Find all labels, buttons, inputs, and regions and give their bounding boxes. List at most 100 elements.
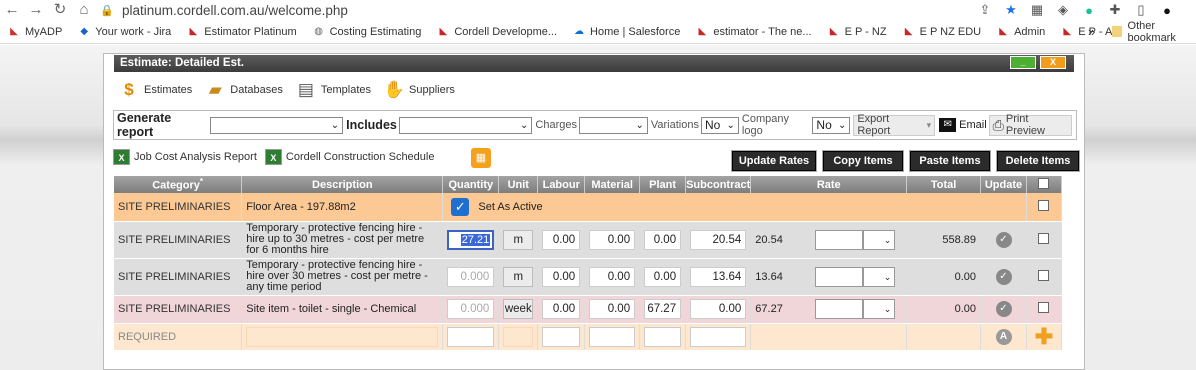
subcontract-input[interactable]: 13.64 xyxy=(690,266,747,287)
rate-input[interactable] xyxy=(815,266,864,287)
col-quantity[interactable]: Quantity xyxy=(442,176,500,193)
company-logo-select[interactable]: No ⌄ xyxy=(812,116,851,134)
table-row[interactable]: SITE PRELIMINARIES Site item - toilet - … xyxy=(114,295,1063,324)
col-labour[interactable]: Labour xyxy=(537,176,586,193)
delete-items-button[interactable]: Delete Items xyxy=(997,151,1079,171)
grammarly-icon[interactable]: ● xyxy=(1076,3,1102,18)
charges-select[interactable]: ⌄ xyxy=(579,116,648,134)
plant-input[interactable]: 67.27 xyxy=(644,299,682,319)
toolbar-databases[interactable]: ▰ Databases xyxy=(204,78,283,102)
copy-items-button[interactable]: Copy Items xyxy=(823,151,903,171)
toolbar-estimates[interactable]: $ Estimates xyxy=(118,78,192,102)
col-rate[interactable]: Rate xyxy=(750,176,908,193)
forward-icon[interactable]: → xyxy=(24,0,48,20)
rate-input[interactable] xyxy=(815,229,864,250)
material-input[interactable]: 0.00 xyxy=(589,229,636,250)
col-material[interactable]: Material xyxy=(584,176,641,193)
extension-icon[interactable]: ✚ xyxy=(1102,2,1128,18)
col-total[interactable]: Total xyxy=(906,176,982,193)
bookmark-item[interactable]: ◣ Cordell Developme... xyxy=(437,26,557,38)
construction-schedule-link[interactable]: X Cordell Construction Schedule xyxy=(264,149,434,165)
material-input[interactable]: 0.00 xyxy=(589,266,636,287)
checkmark-icon[interactable]: ✓ xyxy=(995,231,1012,248)
qr-icon[interactable]: ▦ xyxy=(1024,2,1050,18)
set-active-checkbox[interactable]: ✓ xyxy=(451,197,470,216)
col-unit[interactable]: Unit xyxy=(498,176,539,193)
quantity-input[interactable]: 27.21 xyxy=(447,229,495,250)
rate-input[interactable] xyxy=(815,299,864,319)
share-icon[interactable]: ⇪ xyxy=(972,2,998,18)
checkmark-icon[interactable]: ✓ xyxy=(995,301,1012,317)
plant-input[interactable] xyxy=(644,326,682,347)
checkmark-icon[interactable]: ✓ xyxy=(995,268,1012,285)
toolbar-suppliers[interactable]: ✋ Suppliers xyxy=(383,78,454,102)
back-icon[interactable]: ← xyxy=(0,0,24,20)
table-row[interactable]: SITE PRELIMINARIES Temporary - protectiv… xyxy=(114,258,1063,296)
generate-report-select[interactable]: ⌄ xyxy=(209,116,344,134)
sidebar-icon[interactable]: ▯ xyxy=(1128,2,1154,18)
avatar[interactable]: ● xyxy=(1154,3,1180,18)
email-button[interactable]: ✉ Email xyxy=(939,118,987,132)
calculator-icon[interactable]: ▦ xyxy=(471,148,491,168)
job-cost-report-link[interactable]: X Job Cost Analysis Report xyxy=(113,149,257,165)
labour-input[interactable]: 0.00 xyxy=(542,266,581,287)
material-input[interactable] xyxy=(589,326,636,347)
col-update[interactable]: Update xyxy=(980,176,1027,193)
bookmarks-overflow[interactable]: » xyxy=(1088,24,1095,39)
print-preview-button[interactable]: ⎙ Print Preview xyxy=(988,113,1072,137)
quantity-input[interactable] xyxy=(447,326,495,347)
subcontract-input[interactable]: 20.54 xyxy=(690,229,747,250)
home-icon[interactable]: ⌂ xyxy=(72,0,96,20)
row-checkbox[interactable] xyxy=(1038,232,1050,244)
bookmark-item[interactable]: ◍ Costing Estimating xyxy=(313,26,421,38)
plant-input[interactable]: 0.00 xyxy=(644,266,682,287)
description-input[interactable] xyxy=(246,326,439,347)
rate-dropdown[interactable]: ⌄ xyxy=(863,299,896,319)
bookmark-item[interactable]: ◣ estimator - The ne... xyxy=(696,26,811,38)
labour-input[interactable] xyxy=(542,326,581,347)
export-report-button[interactable]: Export Report ▾ xyxy=(853,113,936,137)
other-bookmarks[interactable]: Other bookmark xyxy=(1112,20,1196,44)
unit-select[interactable]: week xyxy=(503,299,534,319)
address-bar[interactable]: platinum.cordell.com.au/welcome.php xyxy=(122,3,348,18)
subcontract-input[interactable]: 0.00 xyxy=(690,299,747,319)
close-button[interactable]: X xyxy=(1040,56,1066,69)
dropbox-icon[interactable]: ◈ xyxy=(1050,2,1076,18)
quantity-input[interactable]: 0.000 xyxy=(447,299,495,319)
update-rates-button[interactable]: Update Rates xyxy=(732,151,816,171)
material-input[interactable]: 0.00 xyxy=(589,299,636,319)
star-icon[interactable]: ★ xyxy=(998,2,1024,18)
new-item-row[interactable]: REQUIRED A ✚ xyxy=(114,323,1063,351)
variations-select[interactable]: No ⌄ xyxy=(700,116,739,134)
rate-dropdown[interactable]: ⌄ xyxy=(863,266,896,287)
row-checkbox[interactable] xyxy=(1038,269,1050,281)
section-row[interactable]: SITE PRELIMINARIES Floor Area - 197.88m2… xyxy=(114,193,1063,222)
col-description[interactable]: Description xyxy=(241,176,444,193)
bookmark-item[interactable]: ◣ E P - NZ xyxy=(828,26,887,38)
bookmark-item[interactable]: ◣ Admin xyxy=(997,26,1045,38)
add-item-icon[interactable]: ✚ xyxy=(1035,324,1053,349)
unit-select[interactable]: m xyxy=(503,266,534,287)
row-checkbox[interactable] xyxy=(1038,199,1050,211)
bookmark-item[interactable]: ☁ Home | Salesforce xyxy=(573,26,680,38)
reload-icon[interactable]: ↻ xyxy=(48,0,72,20)
col-plant[interactable]: Plant xyxy=(639,176,687,193)
bookmark-item[interactable]: ◣ Estimator Platinum xyxy=(187,26,296,38)
bookmark-item[interactable]: ◣ MyADP xyxy=(8,26,62,38)
col-select-all[interactable] xyxy=(1026,176,1063,193)
rate-dropdown[interactable]: ⌄ xyxy=(863,229,896,250)
table-row[interactable]: SITE PRELIMINARIES Temporary - protectiv… xyxy=(114,221,1063,259)
paste-items-button[interactable]: Paste Items xyxy=(910,151,990,171)
labour-input[interactable]: 0.00 xyxy=(542,299,581,319)
includes-select[interactable]: ⌄ xyxy=(398,116,533,134)
lock-icon[interactable]: 🔒 xyxy=(100,4,114,17)
subcontract-input[interactable] xyxy=(690,326,747,347)
select-all-checkbox[interactable] xyxy=(1038,177,1050,189)
minimize-button[interactable]: _ xyxy=(1010,56,1036,69)
auto-badge-icon[interactable]: A xyxy=(995,328,1012,345)
unit-input[interactable] xyxy=(503,326,534,347)
unit-select[interactable]: m xyxy=(503,229,534,250)
bookmark-item[interactable]: ◣ E P NZ EDU xyxy=(903,26,981,38)
col-subcontract[interactable]: Subcontract xyxy=(685,176,752,193)
toolbar-templates[interactable]: ▤ Templates xyxy=(295,78,371,102)
